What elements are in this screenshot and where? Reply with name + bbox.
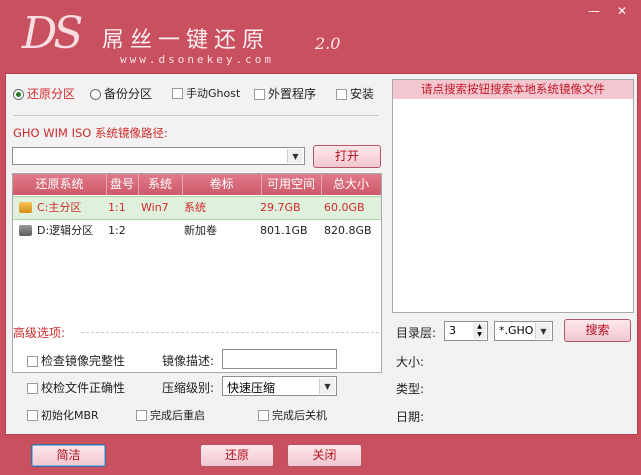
checkbox-icon	[27, 383, 38, 394]
simple-mode-button[interactable]: 简洁	[31, 444, 106, 467]
image-search-panel[interactable]: 请点搜索按钮搜索本地系统镜像文件	[392, 79, 634, 313]
open-button[interactable]: 打开	[313, 145, 381, 168]
verify-integrity-checkbox[interactable]: 检查镜像完整性	[27, 352, 125, 369]
close-window-button[interactable]: ✕	[614, 4, 630, 18]
dir-level-spinner[interactable]: 3 ▲ ▼	[444, 321, 488, 341]
search-panel-header: 请点搜索按钮搜索本地系统镜像文件	[393, 80, 633, 99]
shutdown-after-checkbox[interactable]: 完成后关机	[258, 407, 327, 423]
app-logo: DS	[22, 8, 83, 59]
minimize-button[interactable]: —	[586, 4, 602, 18]
checkbox-icon	[336, 89, 347, 100]
manual-ghost-checkbox[interactable]: 手动Ghost	[172, 85, 240, 101]
checkbox-icon	[172, 88, 183, 99]
compression-label: 压缩级别:	[162, 381, 215, 395]
column-header: 总大小	[332, 177, 369, 191]
image-path-label: GHO WIM ISO 系统镜像路径:	[13, 126, 168, 140]
date-label: 日期:	[396, 410, 425, 424]
close-icon: ✕	[616, 4, 628, 18]
checkbox-icon	[27, 410, 38, 421]
drive-icon	[19, 202, 32, 213]
chevron-down-icon: ▼	[319, 378, 335, 394]
backup-partition-radio[interactable]: 备份分区	[90, 85, 152, 102]
divider	[81, 332, 379, 333]
drive-icon	[19, 225, 32, 236]
type-label: 类型:	[396, 382, 425, 396]
description-input[interactable]	[222, 349, 337, 369]
chevron-down-icon: ▼	[287, 149, 303, 163]
image-path-combo[interactable]: ▼	[12, 147, 305, 165]
dir-level-label: 目录层:	[396, 326, 437, 340]
size-label: 大小:	[396, 355, 425, 369]
advanced-options-title: 高级选项:	[13, 326, 66, 340]
verify-files-checkbox[interactable]: 校检文件正确性	[27, 379, 125, 396]
column-header: 系统	[138, 174, 183, 195]
chevron-down-icon: ▼	[535, 323, 551, 339]
table-row[interactable]: D:逻辑分区 1:2 新加卷 801.1GB 820.8GB	[13, 220, 381, 242]
spin-down-icon[interactable]: ▼	[473, 331, 486, 339]
divider	[13, 115, 379, 116]
checkbox-icon	[258, 410, 269, 421]
init-mbr-checkbox[interactable]: 初始化MBR	[27, 407, 99, 423]
search-button[interactable]: 搜索	[564, 319, 631, 342]
table-row[interactable]: C:主分区 1:1 Win7 系统 29.7GB 60.0GB	[13, 196, 381, 220]
description-label: 镜像描述:	[162, 354, 215, 368]
extension-select[interactable]: *.GHO ▼	[494, 321, 553, 341]
radio-icon	[90, 89, 101, 100]
column-header: 盘号	[106, 174, 139, 195]
spin-up-icon[interactable]: ▲	[473, 323, 486, 331]
minimize-icon: —	[588, 4, 600, 18]
main-panel: 还原分区 备份分区 手动Ghost 外置程序 安装 GHO WIM ISO 系统…	[5, 73, 638, 435]
restore-button[interactable]: 还原	[200, 444, 274, 467]
restore-partition-radio[interactable]: 还原分区	[13, 85, 75, 102]
restart-after-checkbox[interactable]: 完成后重启	[136, 407, 205, 423]
close-button[interactable]: 关闭	[287, 444, 362, 467]
radio-selected-icon	[13, 89, 24, 100]
column-header: 卷标	[182, 174, 262, 195]
checkbox-icon	[254, 89, 265, 100]
column-header: 还原系统	[13, 174, 107, 195]
partition-table: 还原系统 盘号 系统 卷标 可用空间 总大小 C:主分区 1:1 Win7 系统…	[12, 173, 382, 373]
column-header: 可用空间	[261, 174, 322, 195]
checkbox-icon	[136, 410, 147, 421]
install-checkbox[interactable]: 安装	[336, 85, 374, 102]
table-header: 还原系统 盘号 系统 卷标 可用空间 总大小	[13, 174, 381, 195]
app-title: 屌丝一键还原	[102, 28, 271, 53]
app-domain: www.dsonekey.com	[120, 53, 274, 66]
compression-select[interactable]: 快速压缩 ▼	[222, 376, 337, 396]
app-version: 2.0	[315, 34, 341, 53]
external-program-checkbox[interactable]: 外置程序	[254, 85, 316, 102]
app-window: DS 屌丝一键还原 2.0 www.dsonekey.com — ✕ 还原分区 …	[0, 0, 641, 475]
checkbox-icon	[27, 356, 38, 367]
